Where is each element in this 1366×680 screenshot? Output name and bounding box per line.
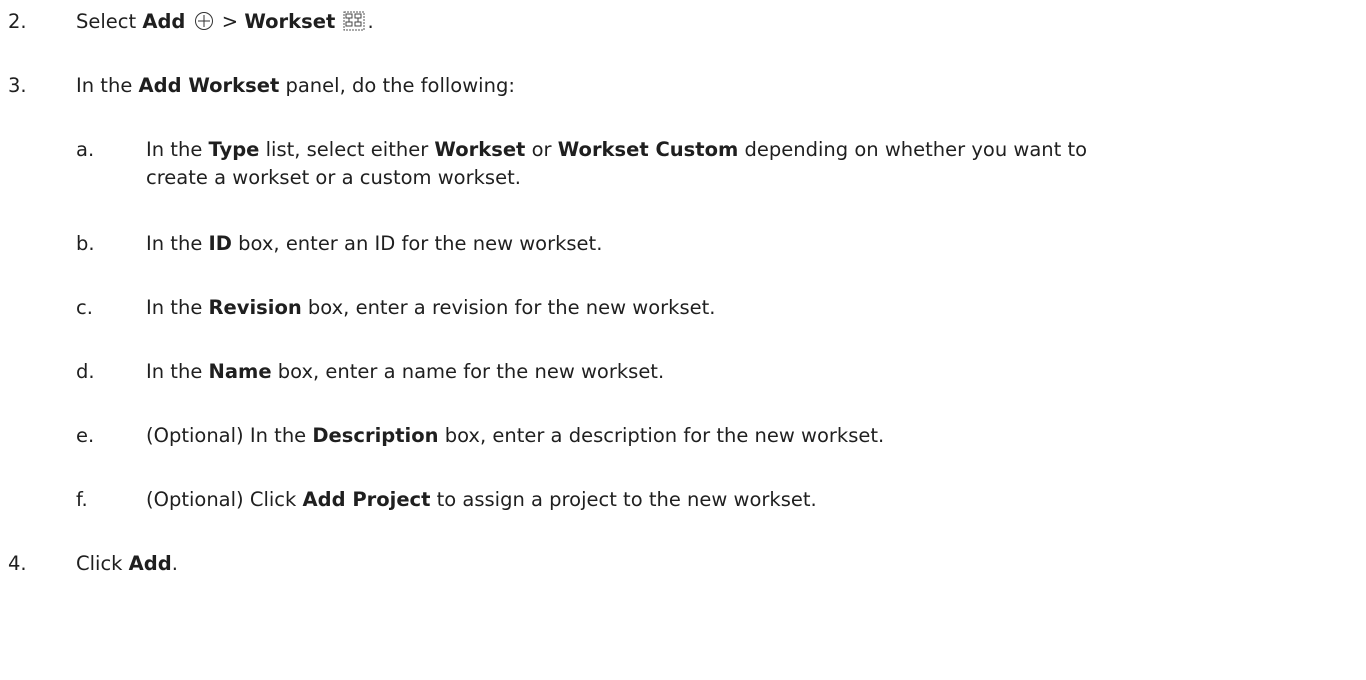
step-number: 3. bbox=[8, 74, 27, 97]
substep-letter: b. bbox=[76, 232, 95, 255]
workset-icon bbox=[343, 11, 365, 39]
substep-letter: f. bbox=[76, 488, 88, 511]
workset-label: Workset bbox=[244, 10, 336, 33]
substep-text: In the ID box, enter an ID for the new w… bbox=[146, 232, 603, 255]
step-text: In the Add Workset panel, do the followi… bbox=[76, 74, 515, 97]
substep-text: In the Revision box, enter a revision fo… bbox=[146, 296, 716, 319]
substep-text: (Optional) Click Add Project to assign a… bbox=[146, 488, 817, 511]
instructions-document: 2. Select Add > Workset . 3. In the Add … bbox=[0, 0, 1366, 680]
step-number: 4. bbox=[8, 552, 27, 575]
step-number: 2. bbox=[8, 10, 27, 33]
substep-text: (Optional) In the Description box, enter… bbox=[146, 424, 885, 447]
circle-plus-icon bbox=[194, 11, 214, 39]
add-label: Add bbox=[142, 10, 186, 33]
substep-letter: e. bbox=[76, 424, 95, 447]
substep-letter: d. bbox=[76, 360, 95, 383]
substep-letter: a. bbox=[76, 138, 95, 161]
step-text: Click Add. bbox=[76, 552, 178, 575]
substep-letter: c. bbox=[76, 296, 93, 319]
substep-text: In the Type list, select either Workset … bbox=[146, 138, 1088, 189]
substep-text: In the Name box, enter a name for the ne… bbox=[146, 360, 665, 383]
step-text: Select Add > Workset . bbox=[76, 8, 374, 39]
substep-a: a. In the Type list, select either Works… bbox=[0, 136, 1366, 196]
